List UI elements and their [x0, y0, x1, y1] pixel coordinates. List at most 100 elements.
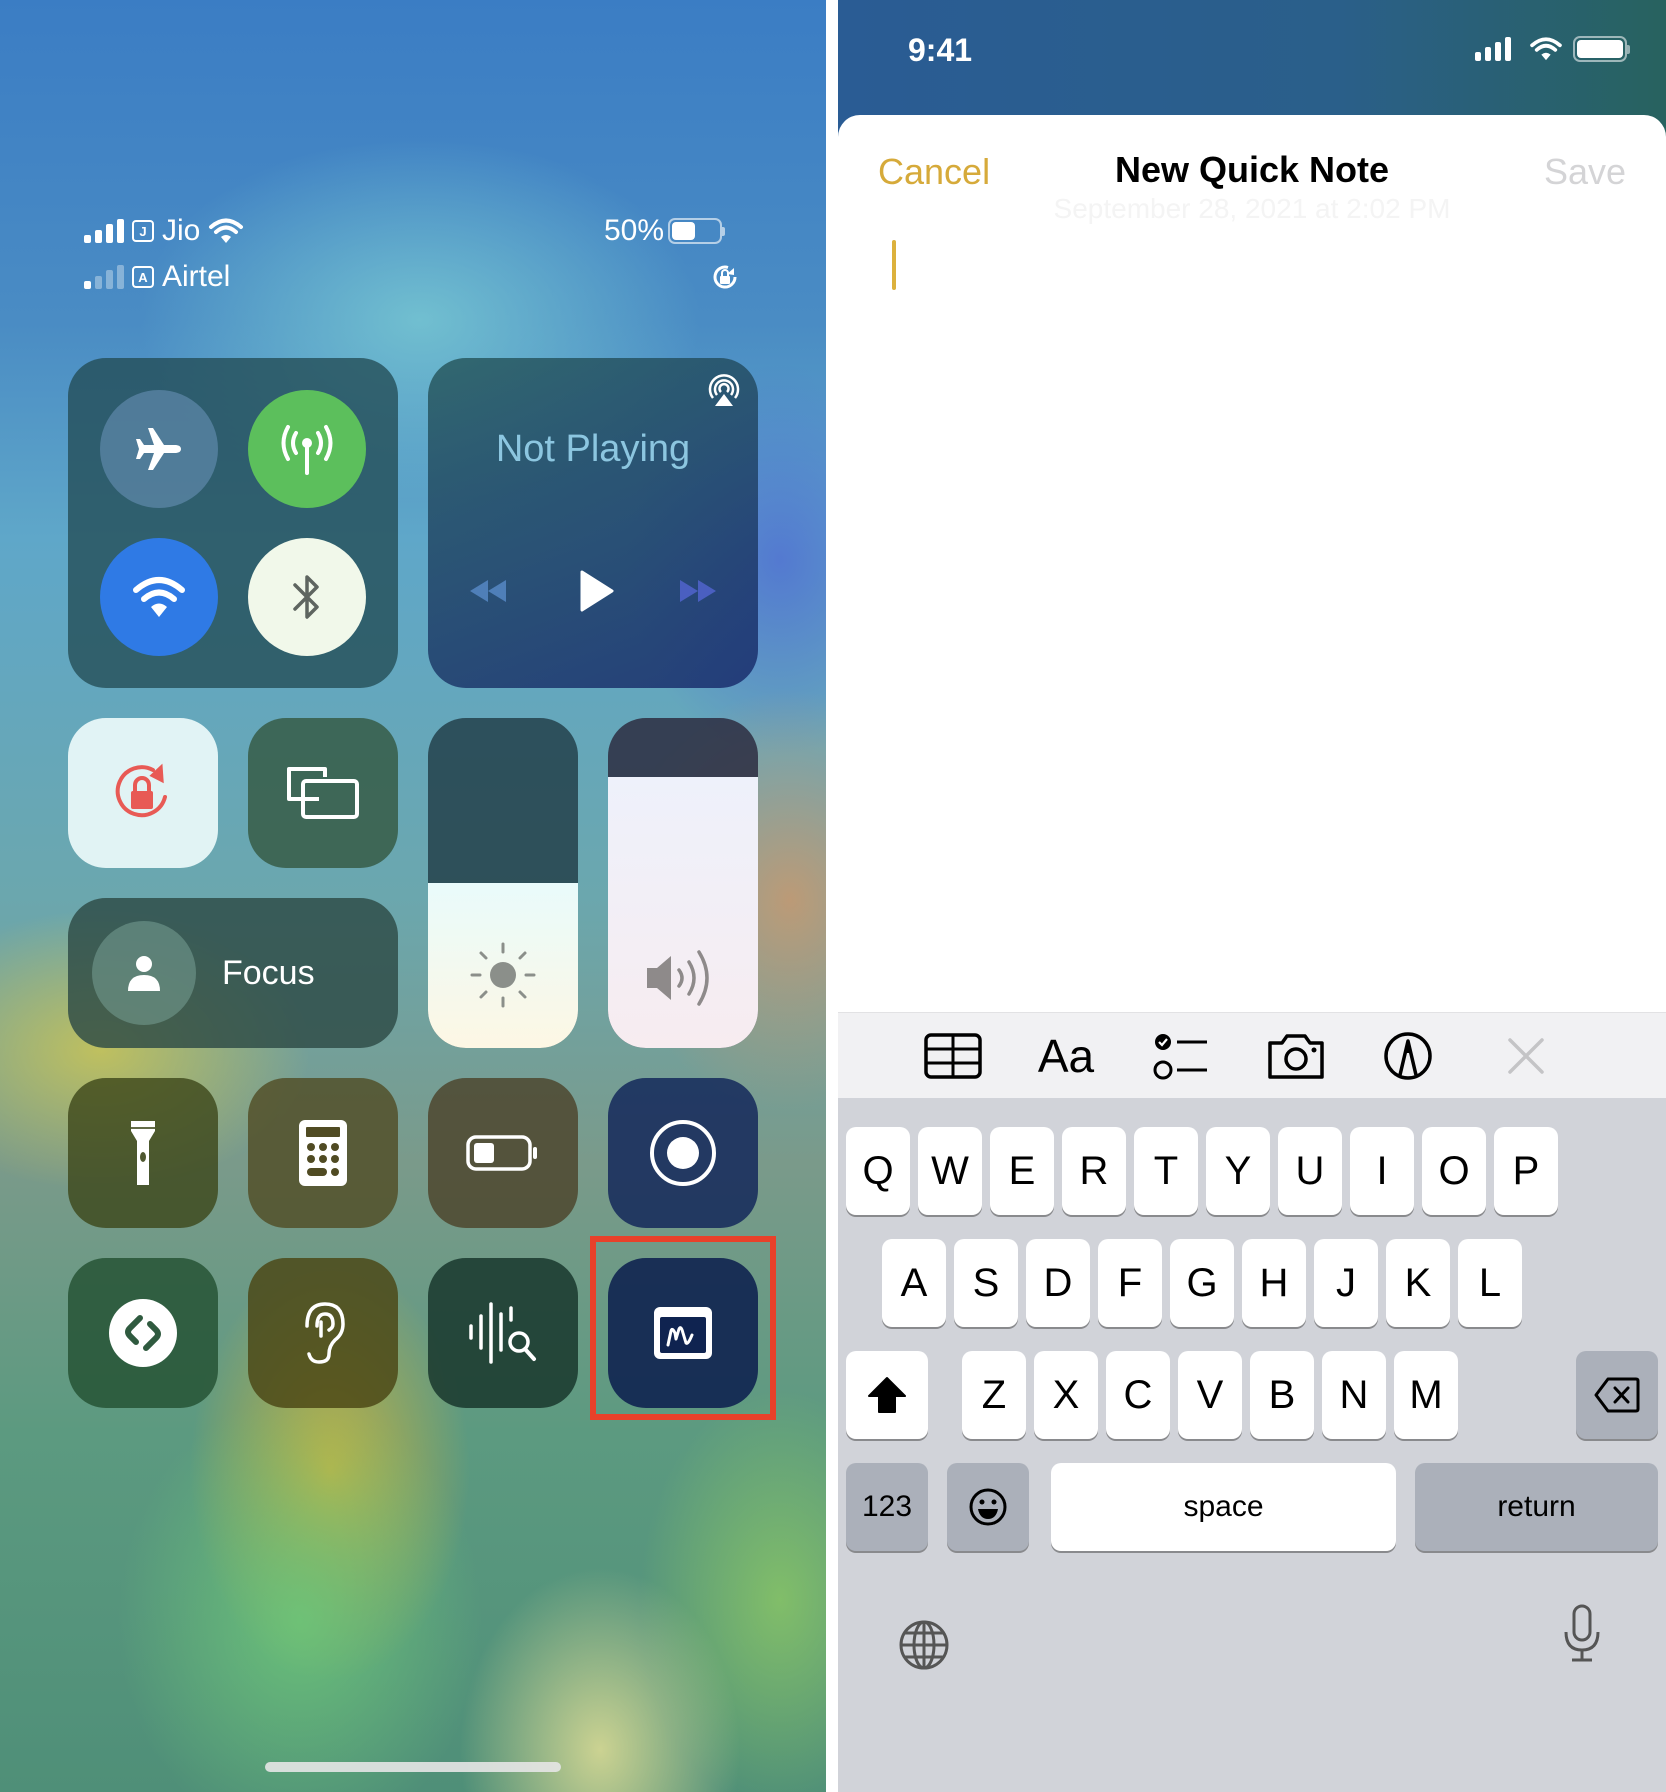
checklist-icon [1153, 1034, 1207, 1080]
sun-icon [470, 942, 536, 1008]
note-body-editor[interactable] [878, 235, 1626, 995]
text-format-icon: Aa [1037, 1030, 1095, 1082]
speaker-icon [647, 950, 709, 1006]
key-l[interactable]: L [1458, 1239, 1522, 1327]
battery-icon [466, 1135, 537, 1171]
delete-icon [1594, 1377, 1640, 1413]
carrier-row-airtel: A Airtel [84, 260, 230, 294]
key-t[interactable]: T [1134, 1127, 1198, 1215]
return-key[interactable]: return [1415, 1463, 1658, 1551]
globe-icon[interactable] [898, 1618, 950, 1672]
airplay-icon[interactable] [706, 372, 742, 408]
numbers-key[interactable]: 123 [846, 1463, 928, 1551]
screen-mirroring-toggle[interactable] [248, 718, 398, 868]
carrier-name: Jio [162, 214, 201, 247]
low-power-mode-button[interactable] [428, 1078, 578, 1228]
brightness-slider[interactable] [428, 718, 578, 1048]
play-icon[interactable] [576, 568, 616, 614]
key-d[interactable]: D [1026, 1239, 1090, 1327]
key-r[interactable]: R [1062, 1127, 1126, 1215]
status-icons [1475, 36, 1630, 62]
key-i[interactable]: I [1350, 1127, 1414, 1215]
key-b[interactable]: B [1250, 1351, 1314, 1439]
rewind-icon[interactable] [466, 576, 510, 606]
fast-forward-icon[interactable] [676, 576, 720, 606]
home-indicator[interactable] [265, 1762, 561, 1772]
checklist-button[interactable] [1141, 1013, 1221, 1099]
cellular-data-toggle[interactable] [248, 390, 366, 508]
person-icon [128, 956, 160, 991]
shift-key[interactable] [846, 1351, 928, 1439]
key-h[interactable]: H [1242, 1239, 1306, 1327]
key-x[interactable]: X [1034, 1351, 1098, 1439]
status-time: 9:41 [908, 32, 973, 68]
emoji-key[interactable] [947, 1463, 1029, 1551]
shift-icon [868, 1377, 906, 1413]
delete-key[interactable] [1576, 1351, 1658, 1439]
table-button[interactable] [913, 1013, 993, 1099]
markup-button[interactable] [1368, 1013, 1448, 1099]
key-j[interactable]: J [1314, 1239, 1378, 1327]
camera-button[interactable] [1256, 1013, 1336, 1099]
key-y[interactable]: Y [1206, 1127, 1270, 1215]
close-toolbar-button[interactable] [1486, 1013, 1566, 1099]
wifi-icon [209, 218, 244, 243]
key-o[interactable]: O [1422, 1127, 1486, 1215]
key-w[interactable]: W [918, 1127, 982, 1215]
sound-recognition-button[interactable] [428, 1258, 578, 1408]
record-icon [650, 1120, 716, 1186]
text-cursor [892, 240, 896, 290]
key-n[interactable]: N [1322, 1351, 1386, 1439]
screen-mirroring-icon [287, 767, 359, 819]
key-q[interactable]: Q [846, 1127, 910, 1215]
shazam-icon [109, 1299, 177, 1367]
carrier-name: Airtel [162, 260, 231, 293]
focus-label: Focus [222, 953, 315, 992]
hearing-button[interactable] [248, 1258, 398, 1408]
flashlight-button[interactable] [68, 1078, 218, 1228]
key-m[interactable]: M [1394, 1351, 1458, 1439]
key-k[interactable]: K [1386, 1239, 1450, 1327]
connectivity-module [68, 358, 398, 688]
wifi-toggle[interactable] [100, 538, 218, 656]
key-g[interactable]: G [1170, 1239, 1234, 1327]
camera-icon [1268, 1034, 1324, 1079]
text-format-button[interactable]: Aa [1026, 1013, 1106, 1099]
cellular-signal-icon [1475, 37, 1511, 61]
note-date: September 28, 2021 at 2:02 PM [1053, 193, 1451, 224]
sound-recognition-icon [469, 1302, 536, 1364]
focus-button[interactable]: Focus [68, 898, 398, 1048]
calculator-button[interactable] [248, 1078, 398, 1228]
key-z[interactable]: Z [962, 1351, 1026, 1439]
volume-slider[interactable] [608, 718, 758, 1048]
space-key[interactable]: space [1051, 1463, 1396, 1551]
rotation-lock-icon [115, 763, 167, 818]
key-s[interactable]: S [954, 1239, 1018, 1327]
key-e[interactable]: E [990, 1127, 1054, 1215]
key-v[interactable]: V [1178, 1351, 1242, 1439]
carrier-row-jio: J Jio [84, 214, 244, 248]
bluetooth-toggle[interactable] [248, 538, 366, 656]
save-button[interactable]: Save [1544, 151, 1626, 193]
shazam-button[interactable] [68, 1258, 218, 1408]
note-toolbar: Aa [838, 1012, 1666, 1098]
battery-percent: 50% [604, 214, 665, 247]
close-icon [1508, 1038, 1544, 1074]
table-icon [924, 1033, 982, 1079]
ear-icon [305, 1302, 345, 1364]
microphone-icon[interactable] [1562, 1604, 1602, 1664]
key-p[interactable]: P [1494, 1127, 1558, 1215]
highlight-box [590, 1236, 776, 1420]
now-playing-title: Not Playing [495, 428, 691, 470]
calculator-icon [299, 1120, 347, 1186]
airplane-mode-toggle[interactable] [100, 390, 218, 508]
key-a[interactable]: A [882, 1239, 946, 1327]
rotation-lock-toggle[interactable] [68, 718, 218, 868]
antenna-icon [281, 425, 333, 475]
rotation-lock-status-icon [713, 265, 737, 289]
key-f[interactable]: F [1098, 1239, 1162, 1327]
screen-recording-button[interactable] [608, 1078, 758, 1228]
key-c[interactable]: C [1106, 1351, 1170, 1439]
key-u[interactable]: U [1278, 1127, 1342, 1215]
now-playing-module[interactable]: Not Playing [428, 358, 758, 688]
